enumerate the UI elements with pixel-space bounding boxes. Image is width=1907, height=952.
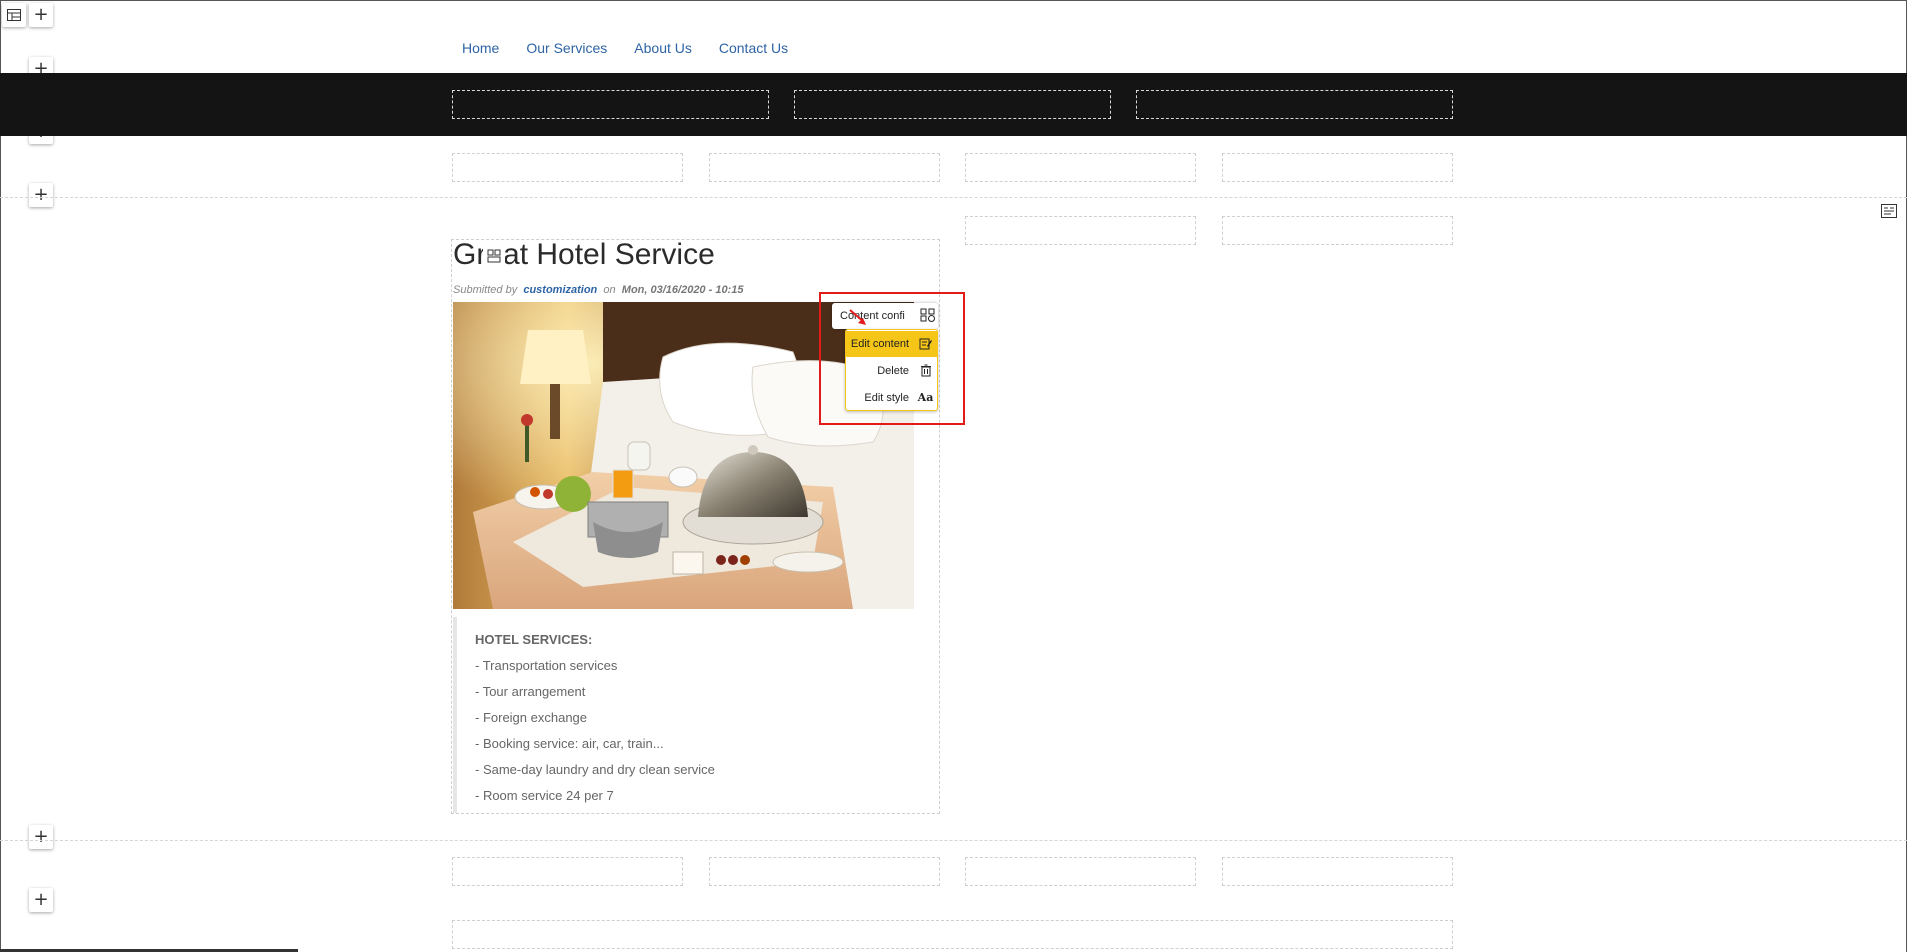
- section-divider: [0, 197, 1907, 198]
- section-divider: [0, 840, 1907, 841]
- add-section-button[interactable]: +: [29, 825, 53, 849]
- main-nav: Home Our Services About Us Contact Us: [462, 40, 788, 56]
- body-heading: HOTEL SERVICES:: [475, 632, 593, 647]
- region-placeholder[interactable]: [794, 90, 1111, 119]
- region-placeholder[interactable]: [452, 153, 683, 182]
- service-line: - Transportation services: [475, 658, 618, 673]
- block-settings-icon[interactable]: [1881, 203, 1897, 219]
- nav-contact-us[interactable]: Contact Us: [719, 40, 788, 56]
- submitted-by-label: Submitted by: [453, 284, 518, 296]
- region-placeholder[interactable]: [452, 920, 1453, 949]
- service-line: - Room service 24 per 7: [475, 788, 614, 803]
- content-config-icon[interactable]: [483, 246, 505, 268]
- nav-about-us[interactable]: About Us: [634, 40, 692, 56]
- service-line: - Foreign exchange: [475, 710, 588, 725]
- region-placeholder[interactable]: [452, 90, 769, 119]
- service-line: - Tour arrangement: [475, 684, 586, 699]
- nav-home[interactable]: Home: [462, 40, 499, 56]
- post-date: Mon, 03/16/2020 - 10:15: [621, 284, 744, 296]
- add-section-button[interactable]: +: [29, 888, 53, 912]
- region-placeholder[interactable]: [1222, 857, 1453, 886]
- region-placeholder[interactable]: [709, 153, 940, 182]
- region-placeholder[interactable]: [965, 857, 1196, 886]
- region-placeholder[interactable]: [452, 857, 683, 886]
- nav-our-services[interactable]: Our Services: [526, 40, 607, 56]
- highlight-box: [819, 292, 965, 425]
- service-line: - Booking service: air, car, train...: [475, 736, 664, 751]
- region-placeholder[interactable]: [965, 216, 1196, 245]
- layout-icon[interactable]: [2, 3, 26, 27]
- service-line: - Same-day laundry and dry clean service: [475, 762, 715, 777]
- page-frame: [0, 0, 1907, 952]
- region-placeholder[interactable]: [709, 857, 940, 886]
- submitted-meta: Submitted by customization on Mon, 03/16…: [453, 284, 743, 296]
- article-body: HOTEL SERVICES: - Transportation service…: [453, 617, 940, 813]
- region-placeholder[interactable]: [1222, 216, 1453, 245]
- region-placeholder[interactable]: [1222, 153, 1453, 182]
- on-label: on: [603, 284, 616, 296]
- region-placeholder[interactable]: [965, 153, 1196, 182]
- add-section-button[interactable]: +: [29, 3, 53, 27]
- region-placeholder[interactable]: [1136, 90, 1453, 119]
- author-link[interactable]: customization: [523, 284, 597, 296]
- add-section-button[interactable]: +: [29, 183, 53, 207]
